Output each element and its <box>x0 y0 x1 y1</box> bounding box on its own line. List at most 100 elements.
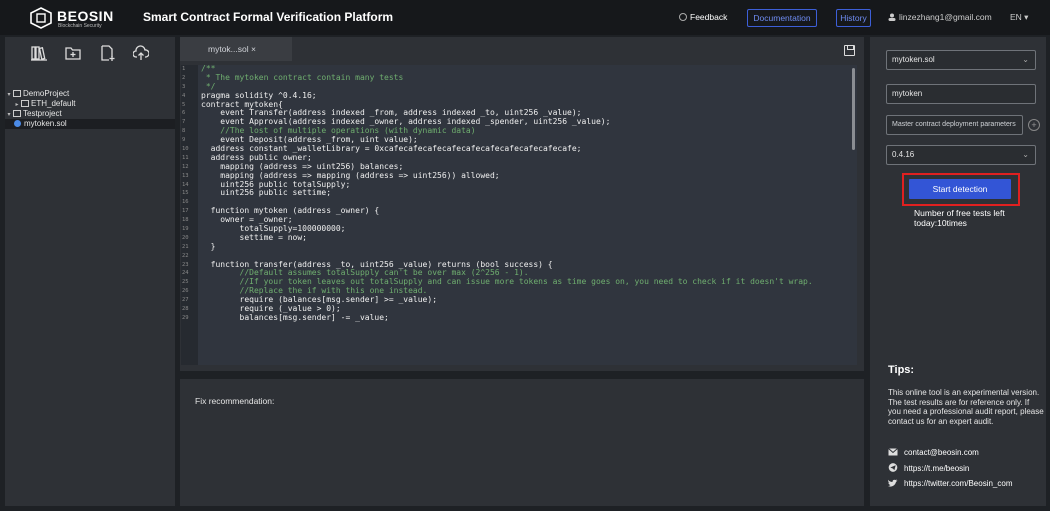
code-lines[interactable]: 1/** 2 * The mytoken contract contain man… <box>181 65 857 323</box>
line-number: 29 <box>182 314 189 321</box>
file-select-value: mytoken.sol <box>892 55 935 64</box>
line-number: 3 <box>182 83 186 90</box>
feedback-label: Feedback <box>690 12 728 22</box>
line-number: 28 <box>182 306 189 313</box>
free-tests-remaining: Number of free tests left today:10times <box>914 208 1005 228</box>
contact-telegram[interactable]: https://t.me/beosin <box>888 463 969 473</box>
tree-item-label: mytoken.sol <box>24 119 67 128</box>
contact-telegram-text: https://t.me/beosin <box>904 464 970 473</box>
code-line[interactable]: 29 balances[msg.sender] -= _value; <box>181 312 857 323</box>
file-select[interactable]: mytoken.sol ⌄ <box>886 50 1036 70</box>
brand-subtitle: Blockchain Security <box>58 23 102 29</box>
logo[interactable]: BEOSIN Blockchain Security Smart Contrac… <box>30 6 393 30</box>
user-menu[interactable]: linzezhang1@gmail.com <box>888 12 992 22</box>
project-icon <box>13 110 21 117</box>
line-number: 11 <box>182 154 189 161</box>
tree-item-label: Testproject <box>23 109 62 118</box>
line-number: 19 <box>182 226 189 233</box>
code-line[interactable]: 2 * The mytoken contract contain many te… <box>181 72 857 83</box>
language-select[interactable]: EN ▾ <box>1010 12 1028 23</box>
line-number: 21 <box>182 243 189 250</box>
folder-icon <box>21 100 29 107</box>
project-icon <box>13 90 21 97</box>
line-number: 4 <box>182 92 186 99</box>
chevron-down-icon: ▾ <box>1021 12 1029 22</box>
twitter-icon <box>888 479 898 487</box>
line-number: 14 <box>182 181 189 188</box>
feedback-link[interactable]: Feedback <box>679 12 727 22</box>
line-number: 7 <box>182 119 186 126</box>
email-icon <box>888 448 898 456</box>
feedback-icon <box>679 13 687 21</box>
library-icon[interactable] <box>31 45 47 61</box>
project-tree: ▾ DemoProject ▸ ETH_default ▾ Testproject m… <box>5 89 175 129</box>
upload-icon[interactable] <box>133 45 149 61</box>
contact-email[interactable]: contact@beosin.com <box>888 448 979 457</box>
fix-recommendation-panel: Fix recommendation: <box>180 379 864 506</box>
tree-item-mytoken-sol[interactable]: mytoken.sol <box>5 119 175 129</box>
line-number: 23 <box>182 261 189 268</box>
editor-scrollbar[interactable] <box>852 68 855 150</box>
line-number: 16 <box>182 199 189 206</box>
tree-item-label: ETH_default <box>31 99 76 108</box>
detection-panel: mytoken.sol ⌄ mytoken Master contract dep… <box>870 37 1046 506</box>
code-line[interactable]: 21 } <box>181 241 857 252</box>
new-folder-icon[interactable] <box>65 45 81 61</box>
code-editor-panel: mytok...sol × 1/** 2 * The mytoken contra… <box>180 37 864 371</box>
compiler-version-select[interactable]: 0.4.16 ⌄ <box>886 145 1036 165</box>
line-number: 25 <box>182 279 189 286</box>
code-line[interactable]: 15 uint256 public settime; <box>181 189 857 198</box>
line-number: 12 <box>182 163 189 170</box>
code-line[interactable]: 20 settime = now; <box>181 232 857 243</box>
deployment-params-placeholder: Master contract deployment parameters <box>892 121 1016 128</box>
line-number: 5 <box>182 101 186 108</box>
code-text: uint256 public settime; <box>201 188 332 198</box>
history-button[interactable]: History <box>836 9 871 27</box>
contract-name-value: mytoken <box>892 89 923 98</box>
telegram-icon <box>888 463 898 472</box>
tree-item-eth-default[interactable]: ▸ ETH_default <box>5 99 175 109</box>
language-label: EN <box>1010 12 1022 22</box>
line-number: 27 <box>182 297 189 304</box>
code-text: balances[msg.sender] -= _value; <box>201 312 389 322</box>
beosin-logo-icon <box>30 7 52 29</box>
code-text: * The mytoken contract contain many test… <box>201 72 404 82</box>
fix-recommendation-label: Fix recommendation: <box>195 396 275 406</box>
brand-name: BEOSIN <box>57 8 114 24</box>
top-bar: BEOSIN Blockchain Security Smart Contrac… <box>0 0 1050 35</box>
contact-twitter-text: https://twitter.com/Beosin_com <box>904 479 1013 488</box>
tips-title: Tips: <box>888 364 915 376</box>
start-detection-button[interactable]: Start detection <box>909 179 1011 199</box>
new-file-icon[interactable] <box>99 45 115 61</box>
line-number: 17 <box>182 208 189 215</box>
tree-item-demoproject[interactable]: ▾ DemoProject <box>5 89 175 99</box>
chevron-down-icon: ⌄ <box>1022 55 1029 64</box>
page-title: Smart Contract Formal Verification Platf… <box>143 10 394 24</box>
code-text: } <box>201 241 216 251</box>
tips-text: This online tool is an experimental vers… <box>888 388 1044 426</box>
code-area[interactable]: 1/** 2 * The mytoken contract contain man… <box>181 65 857 365</box>
line-number: 6 <box>182 110 186 117</box>
tree-item-testproject[interactable]: ▾ Testproject <box>5 109 175 119</box>
line-number: 13 <box>182 172 189 179</box>
save-icon[interactable] <box>844 45 855 56</box>
documentation-button[interactable]: Documentation <box>747 9 817 27</box>
contact-twitter[interactable]: https://twitter.com/Beosin_com <box>888 479 1013 488</box>
tree-item-label: DemoProject <box>23 89 70 98</box>
deployment-params-input[interactable]: Master contract deployment parameters <box>886 115 1023 135</box>
line-number: 22 <box>182 252 189 259</box>
line-number: 8 <box>182 128 186 135</box>
code-text: settime = now; <box>201 232 307 242</box>
add-parameter-icon[interactable]: + <box>1028 119 1040 131</box>
sidebar-toolbar <box>5 37 175 69</box>
tab-mytoken-sol[interactable]: mytok...sol × <box>180 37 292 61</box>
contract-name-input[interactable]: mytoken <box>886 84 1036 104</box>
compiler-version-value: 0.4.16 <box>892 150 915 159</box>
user-email: linzezhang1@gmail.com <box>899 12 992 22</box>
line-number: 15 <box>182 190 189 197</box>
solidity-file-icon <box>14 120 21 127</box>
line-number: 20 <box>182 234 189 241</box>
line-number: 9 <box>182 137 186 144</box>
project-sidebar: ▾ DemoProject ▸ ETH_default ▾ Testproject m… <box>5 37 175 506</box>
line-number: 26 <box>182 288 189 295</box>
